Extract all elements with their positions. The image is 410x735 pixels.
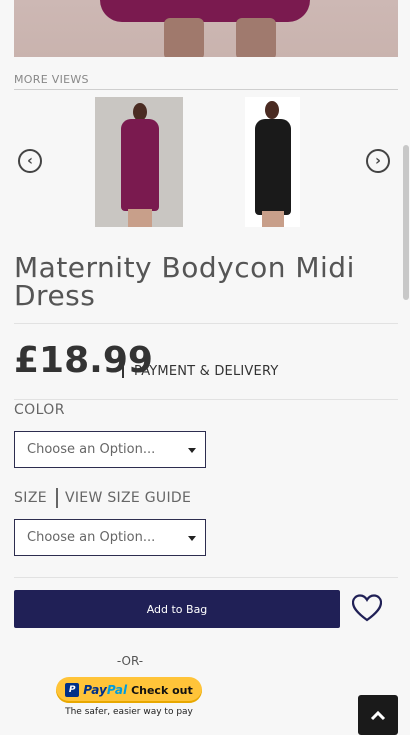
model-leg-left bbox=[164, 18, 204, 57]
divider bbox=[14, 399, 398, 400]
thumbnail-black[interactable] bbox=[245, 97, 300, 227]
color-select-value: Choose an Option... bbox=[27, 442, 156, 457]
thumbnail-plum[interactable] bbox=[95, 97, 183, 227]
color-select[interactable]: Choose an Option... bbox=[14, 431, 206, 468]
paypal-tagline: The safer, easier way to pay bbox=[65, 707, 193, 717]
back-to-top-button[interactable] bbox=[358, 695, 398, 735]
price-separator bbox=[122, 362, 124, 378]
size-select-value: Choose an Option... bbox=[27, 530, 156, 545]
caret-down-icon bbox=[188, 448, 196, 453]
size-separator bbox=[56, 488, 58, 508]
chevron-right-circle-icon[interactable]: › bbox=[366, 149, 390, 173]
size-label: SIZE bbox=[14, 490, 48, 506]
or-divider-text: -OR- bbox=[116, 654, 144, 668]
heart-icon[interactable] bbox=[352, 594, 382, 622]
product-main-image[interactable] bbox=[14, 0, 398, 57]
model-head bbox=[265, 101, 279, 119]
divider bbox=[14, 323, 398, 324]
more-views-heading: MORE VIEWS bbox=[14, 73, 398, 90]
product-price: £18.99 bbox=[14, 340, 153, 381]
chevron-up-icon bbox=[370, 710, 386, 721]
scrollbar[interactable] bbox=[403, 145, 409, 300]
caret-down-icon bbox=[188, 536, 196, 541]
add-to-bag-button[interactable]: Add to Bag bbox=[14, 590, 340, 628]
size-select[interactable]: Choose an Option... bbox=[14, 519, 206, 556]
paypal-logo-icon: P bbox=[65, 683, 80, 697]
model-dress-black bbox=[255, 119, 291, 215]
size-guide-link[interactable]: VIEW SIZE GUIDE bbox=[65, 490, 191, 506]
model-legs bbox=[128, 209, 152, 227]
color-label: COLOR bbox=[14, 402, 65, 418]
paypal-wordmark: PayPal bbox=[83, 683, 128, 697]
paypal-checkout-label: Check out bbox=[131, 683, 193, 697]
chevron-left-circle-icon[interactable]: ‹ bbox=[18, 149, 42, 173]
divider bbox=[14, 577, 398, 578]
model-leg-right bbox=[236, 18, 276, 57]
dress-hem bbox=[100, 0, 310, 22]
paypal-checkout-button[interactable]: P PayPal Check out bbox=[56, 677, 202, 703]
product-title: Maternity Bodycon Midi Dress bbox=[14, 251, 355, 312]
model-legs bbox=[262, 211, 284, 227]
payment-delivery-link[interactable]: PAYMENT & DELIVERY bbox=[134, 364, 278, 379]
model-dress-plum bbox=[121, 119, 159, 211]
